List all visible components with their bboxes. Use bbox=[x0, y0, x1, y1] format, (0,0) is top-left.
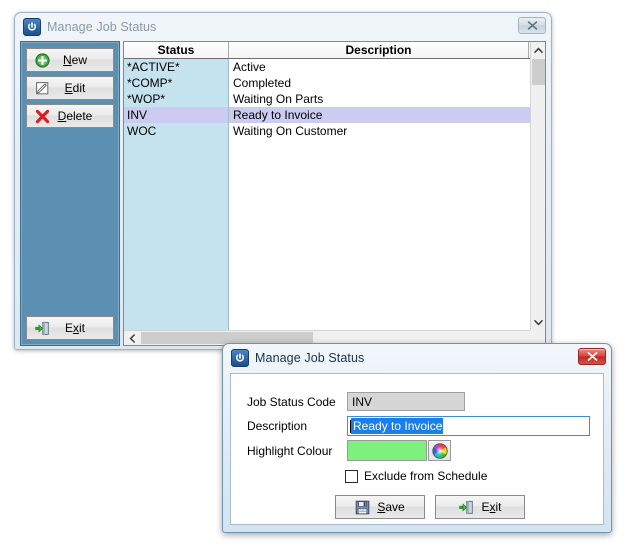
close-icon[interactable] bbox=[578, 348, 606, 365]
exit-door-icon bbox=[458, 500, 474, 515]
dialog-exit-button[interactable]: Exit bbox=[435, 495, 525, 519]
exclude-from-schedule-row[interactable]: Exclude from Schedule bbox=[345, 469, 487, 483]
grid-header-row: Status Description bbox=[124, 42, 545, 59]
dialog-titlebar[interactable]: Manage Job Status bbox=[223, 344, 611, 371]
highlight-colour-label: Highlight Colour bbox=[247, 443, 333, 458]
close-glyph bbox=[527, 21, 537, 30]
job-status-code-row: Job Status Code INV bbox=[247, 392, 465, 411]
power-icon bbox=[23, 17, 41, 36]
cell-description: Active bbox=[229, 59, 529, 75]
description-row: Description Ready to Invoice bbox=[247, 416, 590, 436]
red-x-icon bbox=[31, 109, 53, 124]
grid-rows: *ACTIVE* Active *COMP* Completed *WOP* W… bbox=[124, 59, 530, 330]
edit-button[interactable]: Edit bbox=[26, 76, 114, 100]
save-button[interactable]: Save bbox=[335, 495, 425, 519]
delete-button[interactable]: Delete bbox=[26, 104, 114, 128]
main-titlebar[interactable]: Manage Job Status bbox=[15, 13, 551, 40]
highlight-colour-swatch[interactable] bbox=[347, 440, 427, 461]
dialog-body: Job Status Code INV Description Ready to… bbox=[230, 373, 604, 525]
colour-wheel-icon[interactable] bbox=[428, 440, 451, 461]
vertical-scroll-thumb[interactable] bbox=[532, 59, 545, 85]
cell-description: Waiting On Parts bbox=[229, 91, 529, 107]
exit-door-icon bbox=[31, 321, 53, 336]
grid-vertical-scrollbar[interactable] bbox=[530, 42, 545, 330]
chevron-up-icon[interactable] bbox=[531, 42, 545, 58]
main-window-title: Manage Job Status bbox=[47, 19, 157, 34]
highlight-colour-row: Highlight Colour bbox=[247, 440, 451, 461]
plus-circle-icon bbox=[31, 52, 53, 68]
job-status-grid: Status Description *ACTIVE* Active *COMP… bbox=[123, 41, 546, 346]
close-icon[interactable] bbox=[518, 17, 546, 34]
cell-status: *ACTIVE* bbox=[124, 59, 229, 75]
cell-description: Completed bbox=[229, 75, 529, 91]
exclude-from-schedule-checkbox[interactable] bbox=[345, 469, 358, 483]
manage-job-status-window: Manage Job Status New Edit Delete Exit S… bbox=[14, 12, 552, 350]
main-window-body: New Edit Delete Exit Status Description … bbox=[20, 41, 546, 346]
pencil-note-icon bbox=[31, 81, 53, 96]
manage-job-status-dialog: Manage Job Status Job Status Code INV De… bbox=[222, 343, 612, 533]
floppy-save-icon bbox=[355, 500, 370, 515]
save-button-label: Save bbox=[377, 500, 405, 514]
table-row[interactable]: *COMP* Completed bbox=[124, 75, 530, 91]
exit-button[interactable]: Exit bbox=[26, 316, 114, 340]
column-header-description[interactable]: Description bbox=[229, 42, 529, 58]
table-row[interactable]: *WOP* Waiting On Parts bbox=[124, 91, 530, 107]
dialog-exit-button-label: Exit bbox=[481, 500, 502, 514]
new-button-label: New bbox=[62, 53, 87, 67]
description-selected-text: Ready to Invoice bbox=[351, 418, 444, 434]
screen: Manage Job Status New Edit Delete Exit S… bbox=[0, 0, 624, 543]
chevron-down-icon[interactable] bbox=[531, 314, 545, 330]
cell-status: *WOP* bbox=[124, 91, 229, 107]
delete-button-label: Delete bbox=[57, 109, 93, 123]
cell-description: Ready to Invoice bbox=[229, 107, 529, 123]
edit-button-label: Edit bbox=[64, 81, 86, 95]
cell-description: Waiting On Customer bbox=[229, 123, 529, 139]
new-button[interactable]: New bbox=[26, 48, 114, 72]
power-icon bbox=[231, 348, 249, 367]
exclude-from-schedule-label[interactable]: Exclude from Schedule bbox=[364, 469, 487, 483]
cell-status: WOC bbox=[124, 123, 229, 139]
job-status-code-label: Job Status Code bbox=[247, 394, 336, 409]
close-glyph bbox=[587, 352, 597, 361]
table-row-selected[interactable]: INV Ready to Invoice bbox=[124, 107, 530, 123]
cell-status: *COMP* bbox=[124, 75, 229, 91]
chevron-left-icon[interactable] bbox=[124, 331, 140, 345]
action-panel: New Edit Delete Exit bbox=[20, 41, 120, 346]
column-header-status[interactable]: Status bbox=[124, 42, 229, 58]
dialog-title: Manage Job Status bbox=[255, 350, 365, 365]
cell-status: INV bbox=[124, 107, 229, 123]
table-row[interactable]: *ACTIVE* Active bbox=[124, 59, 530, 75]
table-row[interactable]: WOC Waiting On Customer bbox=[124, 123, 530, 139]
exit-button-label: Exit bbox=[64, 321, 85, 335]
description-field[interactable]: Ready to Invoice bbox=[347, 416, 590, 436]
job-status-code-field[interactable]: INV bbox=[347, 392, 465, 411]
description-label: Description bbox=[247, 419, 308, 433]
